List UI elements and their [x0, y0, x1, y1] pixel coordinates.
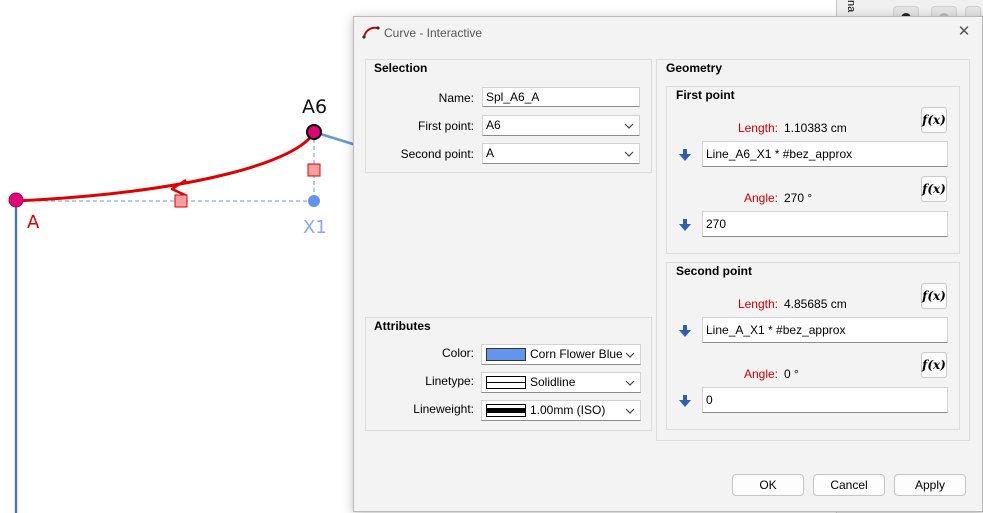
- first-length-label: Length:: [737, 121, 778, 135]
- geometry-title: Geometry: [666, 61, 723, 75]
- second-length-formula-field[interactable]: Line_A_X1 * #bez_approx: [702, 317, 948, 343]
- first-length-formula-field[interactable]: Line_A6_X1 * #bez_approx: [702, 141, 948, 167]
- first-length-value: 1.10383 cm: [784, 121, 847, 135]
- second-angle-formula-field[interactable]: 0: [702, 387, 948, 413]
- chevron-down-icon: [625, 408, 635, 414]
- chevron-down-icon: [625, 380, 635, 386]
- second-point-label: Second point:: [400, 147, 474, 161]
- arrow-down-icon[interactable]: [679, 325, 691, 337]
- label-x1: X1: [303, 217, 327, 238]
- first-point-select[interactable]: A6: [482, 115, 640, 136]
- color-select[interactable]: Corn Flower Blue: [481, 344, 641, 365]
- point-a6[interactable]: [306, 124, 322, 140]
- point-a[interactable]: [8, 192, 24, 208]
- chevron-down-icon: [625, 352, 635, 358]
- chevron-down-icon: [624, 151, 634, 157]
- arrow-down-icon[interactable]: [679, 149, 691, 161]
- second-length-value: 4.85685 cm: [784, 297, 847, 311]
- second-angle-label: Angle:: [743, 367, 778, 381]
- dialog-titlebar[interactable]: Curve - Interactive ✕: [354, 17, 982, 48]
- first-point-group: First point Length: 1.10383 cm f(x) Line…: [666, 86, 960, 254]
- selection-group: Selection Name: Spl_A6_A First point: A6…: [365, 59, 652, 173]
- solidline-icon: [486, 376, 526, 389]
- lineweight-label: Lineweight:: [413, 402, 474, 416]
- second-point-title: Second point: [676, 264, 752, 278]
- linetype-label: Linetype:: [425, 374, 474, 388]
- name-label: Name:: [438, 91, 474, 105]
- attributes-group: Attributes Color: Corn Flower Blue Linet…: [365, 317, 652, 431]
- panel-vertical-text: na: [845, 0, 857, 13]
- color-value: Corn Flower Blue: [530, 347, 623, 361]
- color-swatch: [486, 348, 526, 361]
- lineweight-value: 1.00mm (ISO): [530, 403, 606, 417]
- first-angle-fx-button[interactable]: f(x): [921, 176, 947, 202]
- point-x1[interactable]: [308, 195, 320, 207]
- control-handle-a[interactable]: [174, 194, 188, 208]
- arrow-down-icon[interactable]: [679, 219, 691, 231]
- control-handle-a6[interactable]: [307, 163, 321, 177]
- ok-button[interactable]: OK: [732, 474, 804, 496]
- first-point-title: First point: [676, 88, 735, 102]
- color-label: Color:: [441, 346, 474, 360]
- first-point-label: First point:: [417, 119, 474, 133]
- cancel-button[interactable]: Cancel: [813, 474, 885, 496]
- name-field[interactable]: Spl_A6_A: [482, 87, 640, 107]
- first-point-value: A6: [486, 118, 501, 132]
- attributes-title: Attributes: [374, 319, 431, 333]
- second-length-fx-button[interactable]: f(x): [921, 283, 947, 309]
- curve-tool-icon: [362, 26, 380, 39]
- spline-curve[interactable]: [15, 131, 316, 203]
- linetype-value: Solidline: [530, 375, 576, 389]
- curve-dialog: Curve - Interactive ✕ Selection Name: Sp…: [353, 16, 983, 512]
- lineweight-select[interactable]: 1.00mm (ISO): [481, 400, 641, 421]
- second-point-value: A: [486, 146, 495, 160]
- first-length-fx-button[interactable]: f(x): [921, 107, 947, 133]
- selection-title: Selection: [374, 61, 428, 75]
- second-angle-fx-button[interactable]: f(x): [921, 352, 947, 378]
- label-a6: A6: [302, 96, 327, 118]
- dialog-title: Curve - Interactive: [384, 26, 483, 40]
- second-point-select[interactable]: A: [482, 143, 640, 164]
- apply-button[interactable]: Apply: [894, 474, 966, 496]
- second-point-group: Second point Length: 4.85685 cm f(x) Lin…: [666, 262, 960, 430]
- label-a: A: [27, 212, 40, 233]
- first-angle-value: 270 °: [784, 191, 813, 205]
- geometry-group: Geometry First point Length: 1.10383 cm …: [656, 59, 970, 441]
- first-angle-formula-field[interactable]: 270: [702, 211, 948, 237]
- second-angle-value: 0 °: [784, 367, 799, 381]
- lineweight-icon: [486, 404, 526, 417]
- first-angle-label: Angle:: [743, 191, 778, 205]
- chevron-down-icon: [624, 123, 634, 129]
- arrow-down-icon[interactable]: [679, 395, 691, 407]
- second-length-label: Length:: [737, 297, 778, 311]
- linetype-select[interactable]: Solidline: [481, 372, 641, 393]
- close-icon[interactable]: ✕: [954, 22, 974, 42]
